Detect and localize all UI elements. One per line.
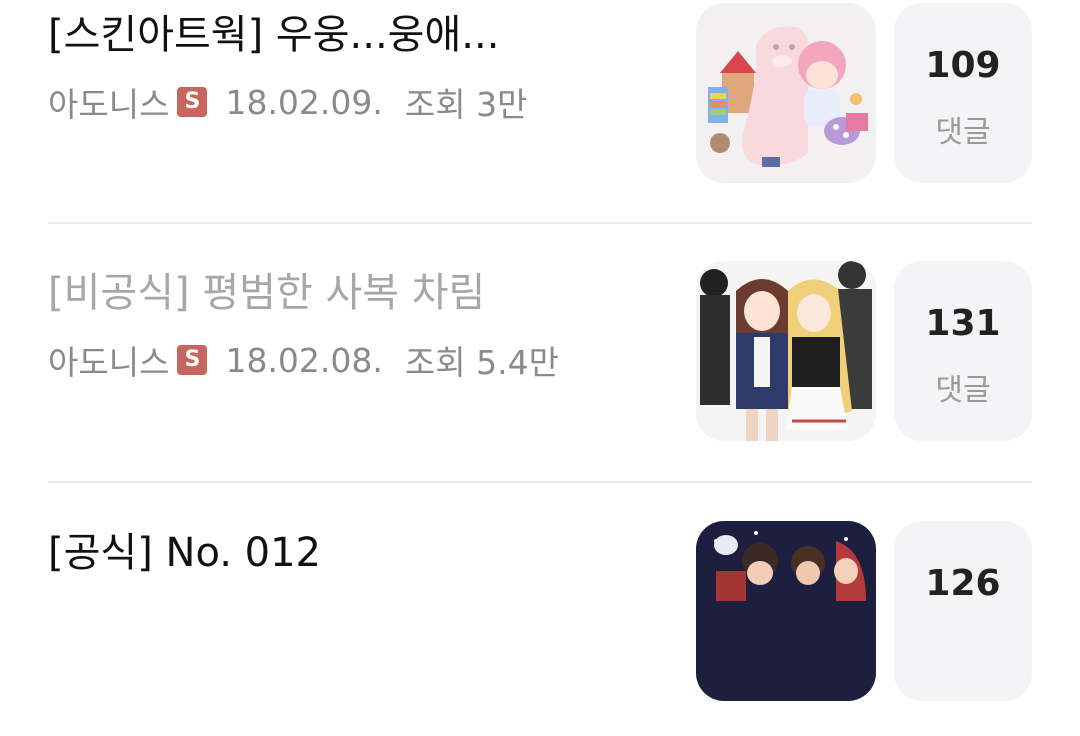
post-meta: 아도니스 S 18.02.09. 조회 3만 bbox=[48, 78, 527, 126]
author-badge-icon: S bbox=[177, 345, 208, 375]
post-title[interactable]: [공식] No. 012 bbox=[48, 520, 321, 578]
post-item[interactable]: [비공식] 평범한 사복 차림 아도니스 S 18.02.08. 조회 5.4만 bbox=[0, 218, 1080, 476]
post-thumbnail[interactable] bbox=[696, 261, 876, 441]
post-title[interactable]: [스킨아트웍] 우웅...웅애... bbox=[48, 2, 499, 60]
comment-count-button[interactable]: 109 댓글 bbox=[894, 3, 1032, 183]
author-badge-icon: S bbox=[177, 87, 208, 117]
post-views: 조회 3만 bbox=[404, 85, 528, 124]
post-views: 조회 5.4만 bbox=[404, 343, 559, 382]
comment-label: 댓글 bbox=[935, 373, 991, 408]
post-author[interactable]: 아도니스 bbox=[48, 78, 169, 126]
comment-count-button[interactable]: 131 댓글 bbox=[894, 261, 1032, 441]
post-item[interactable]: [스킨아트웍] 우웅...웅애... 아도니스 S 18.02.09. 조회 3… bbox=[0, 0, 1080, 218]
comment-count: 109 bbox=[925, 45, 1001, 86]
post-title[interactable]: [비공식] 평범한 사복 차림 bbox=[48, 260, 485, 318]
comment-count: 131 bbox=[925, 303, 1001, 344]
post-thumbnail[interactable] bbox=[696, 3, 876, 183]
comment-label: 댓글 bbox=[935, 115, 991, 150]
post-date: 18.02.08. bbox=[225, 340, 383, 380]
post-author[interactable]: 아도니스 bbox=[48, 336, 169, 384]
post-item[interactable]: [공식] No. 012 126 bbox=[0, 478, 1080, 736]
comment-count-button[interactable]: 126 bbox=[894, 521, 1032, 701]
comment-count: 126 bbox=[925, 563, 1001, 604]
post-thumbnail[interactable] bbox=[696, 521, 876, 701]
post-list: [스킨아트웍] 우웅...웅애... 아도니스 S 18.02.09. 조회 3… bbox=[0, 0, 1080, 701]
post-meta: 아도니스 S 18.02.08. 조회 5.4만 bbox=[48, 336, 559, 384]
post-date: 18.02.09. bbox=[225, 82, 383, 122]
